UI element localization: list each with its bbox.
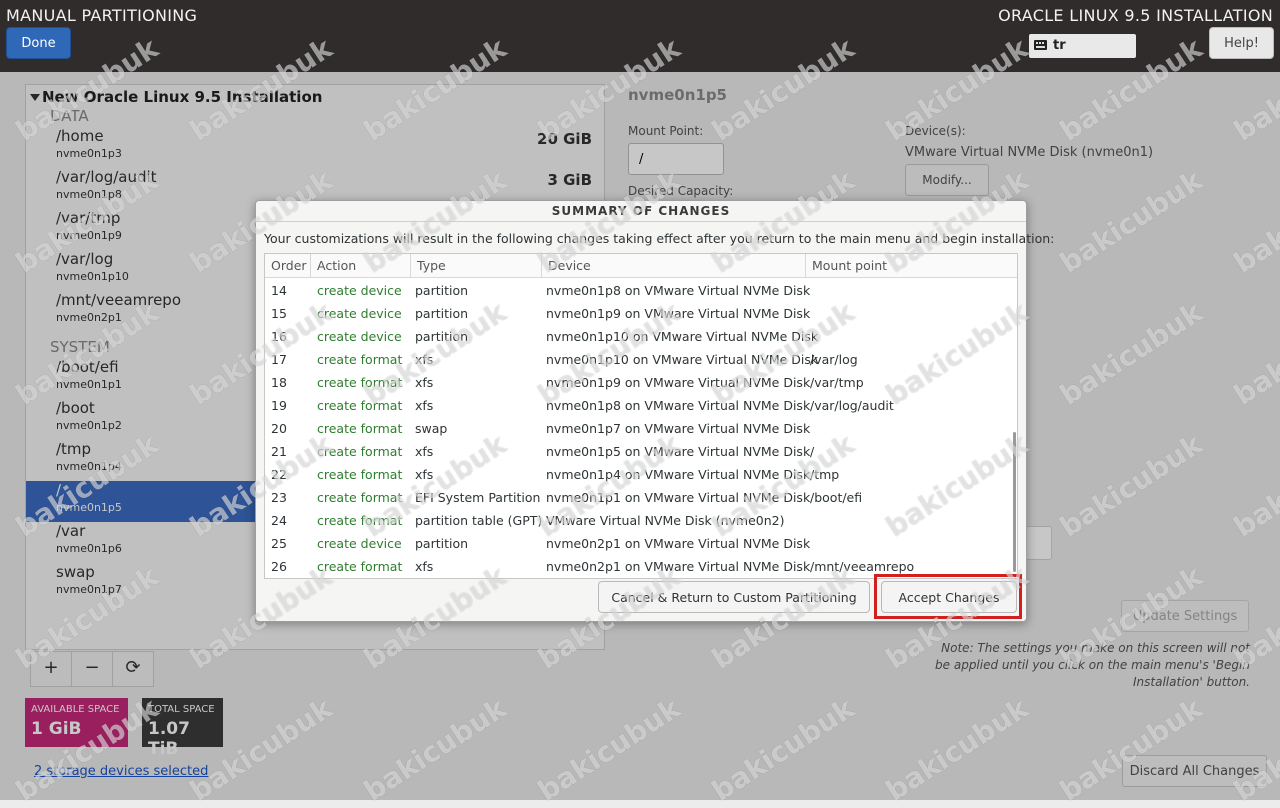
cell-device: nvme0n1p8 on VMware Virtual NVMe Disk bbox=[546, 283, 811, 298]
cell-type: partition bbox=[415, 536, 469, 551]
cell-action: create format bbox=[317, 490, 403, 505]
keyboard-icon bbox=[1034, 40, 1047, 50]
cell-order: 23 bbox=[271, 490, 287, 505]
cell-type: xfs bbox=[415, 398, 434, 413]
accept-button-highlight bbox=[874, 574, 1022, 619]
page-title: MANUAL PARTITIONING bbox=[6, 6, 198, 25]
cell-action: create format bbox=[317, 513, 403, 528]
help-button[interactable]: Help! bbox=[1209, 27, 1274, 59]
dialog-description: Your customizations will result in the f… bbox=[264, 231, 1055, 246]
cell-type: partition bbox=[415, 283, 469, 298]
table-row[interactable]: 15 create device partition nvme0n1p9 on VMw… bbox=[265, 302, 1017, 325]
summary-of-changes-dialog: SUMMARY OF CHANGES Your customizations w… bbox=[255, 200, 1054, 622]
cell-type: xfs bbox=[415, 375, 434, 390]
cell-order: 22 bbox=[271, 467, 287, 482]
cell-device: nvme0n1p9 on VMware Virtual NVMe Disk bbox=[546, 306, 811, 321]
cell-order: 25 bbox=[271, 536, 287, 551]
cell-mount: /var/tmp bbox=[810, 375, 864, 390]
keyboard-layout-indicator[interactable]: tr bbox=[1029, 34, 1136, 58]
cell-action: create device bbox=[317, 306, 402, 321]
cell-action: create format bbox=[317, 421, 403, 436]
cell-action: create format bbox=[317, 398, 403, 413]
cell-device: nvme0n1p10 on VMware Virtual NVMe Disk bbox=[546, 329, 819, 344]
top-bar: MANUAL PARTITIONING Done ORACLE LINUX 9.… bbox=[0, 0, 1280, 72]
cell-action: create format bbox=[317, 352, 403, 367]
keyboard-layout-code: tr bbox=[1053, 38, 1066, 53]
table-row[interactable]: 18 create format xfs nvme0n1p9 on VMware Vi… bbox=[265, 371, 1017, 394]
cell-action: create device bbox=[317, 536, 402, 551]
cell-mount: /tmp bbox=[810, 467, 840, 482]
cell-device: nvme0n1p9 on VMware Virtual NVMe Disk bbox=[546, 375, 811, 390]
cancel-return-button[interactable]: Cancel & Return to Custom Partitioning bbox=[598, 581, 870, 613]
table-row[interactable]: 25 create device partition nvme0n2p1 on VMw… bbox=[265, 532, 1017, 555]
cell-mount: /boot/efi bbox=[810, 490, 863, 505]
cell-mount: /var/log bbox=[810, 352, 858, 367]
cell-order: 16 bbox=[271, 329, 287, 344]
cell-device: nvme0n1p1 on VMware Virtual NVMe Disk bbox=[546, 490, 811, 505]
cell-device: nvme0n1p8 on VMware Virtual NVMe Disk bbox=[546, 398, 811, 413]
column-header-order[interactable]: Order bbox=[265, 254, 311, 278]
cell-device: VMware Virtual NVMe Disk (nvme0n2) bbox=[546, 513, 785, 528]
column-header-action[interactable]: Action bbox=[311, 254, 411, 278]
cell-order: 21 bbox=[271, 444, 287, 459]
table-row[interactable]: 19 create format xfs nvme0n1p8 on VMware Vi… bbox=[265, 394, 1017, 417]
cell-mount: /var/log/audit bbox=[810, 398, 894, 413]
table-row[interactable]: 24 create format partition table (GPT) VMwa… bbox=[265, 509, 1017, 532]
table-row[interactable]: 17 create format xfs nvme0n1p10 on VMware V… bbox=[265, 348, 1017, 371]
cell-device: nvme0n1p7 on VMware Virtual NVMe Disk bbox=[546, 421, 811, 436]
column-header-device[interactable]: Device bbox=[542, 254, 806, 278]
cell-type: partition table (GPT) bbox=[415, 513, 543, 528]
cell-order: 17 bbox=[271, 352, 287, 367]
cell-type: xfs bbox=[415, 444, 434, 459]
column-header-type[interactable]: Type bbox=[411, 254, 542, 278]
cell-action: create format bbox=[317, 467, 403, 482]
cell-type: swap bbox=[415, 421, 448, 436]
cell-action: create device bbox=[317, 283, 402, 298]
cell-action: create format bbox=[317, 444, 403, 459]
cell-action: create format bbox=[317, 375, 403, 390]
cell-action: create device bbox=[317, 329, 402, 344]
cell-type: xfs bbox=[415, 352, 434, 367]
changes-table[interactable]: Order Action Type Device Mount point 14 c… bbox=[264, 253, 1018, 579]
cell-order: 20 bbox=[271, 421, 287, 436]
cell-type: xfs bbox=[415, 559, 434, 574]
cell-order: 26 bbox=[271, 559, 287, 574]
table-row[interactable]: 20 create format swap nvme0n1p7 on VMware V… bbox=[265, 417, 1017, 440]
cell-order: 15 bbox=[271, 306, 287, 321]
cell-device: nvme0n1p5 on VMware Virtual NVMe Disk bbox=[546, 444, 811, 459]
dialog-title: SUMMARY OF CHANGES bbox=[551, 204, 731, 218]
cell-order: 24 bbox=[271, 513, 287, 528]
cell-action: create format bbox=[317, 559, 403, 574]
cell-type: partition bbox=[415, 306, 469, 321]
installation-title: ORACLE LINUX 9.5 INSTALLATION bbox=[998, 6, 1273, 25]
cell-device: nvme0n1p10 on VMware Virtual NVMe Disk bbox=[546, 352, 819, 367]
cell-type: xfs bbox=[415, 467, 434, 482]
cell-device: nvme0n2p1 on VMware Virtual NVMe Disk bbox=[546, 559, 811, 574]
dialog-divider bbox=[256, 221, 1026, 222]
cell-type: EFI System Partition bbox=[415, 490, 541, 505]
done-button[interactable]: Done bbox=[6, 27, 71, 59]
cell-type: partition bbox=[415, 329, 469, 344]
cell-device: nvme0n1p4 on VMware Virtual NVMe Disk bbox=[546, 467, 811, 482]
table-row[interactable]: 23 create format EFI System Partition nvme0… bbox=[265, 486, 1017, 509]
cell-order: 19 bbox=[271, 398, 287, 413]
table-row[interactable]: 22 create format xfs nvme0n1p4 on VMware Vi… bbox=[265, 463, 1017, 486]
column-header-mount-point[interactable]: Mount point bbox=[806, 254, 1017, 278]
cell-order: 18 bbox=[271, 375, 287, 390]
table-scrollbar[interactable] bbox=[1013, 432, 1016, 572]
table-row[interactable]: 14 create device partition nvme0n1p8 on VMw… bbox=[265, 279, 1017, 302]
table-row[interactable]: 16 create device partition nvme0n1p10 on VM… bbox=[265, 325, 1017, 348]
table-row[interactable]: 21 create format xfs nvme0n1p5 on VMware Vi… bbox=[265, 440, 1017, 463]
cell-mount: / bbox=[810, 444, 815, 459]
cell-order: 14 bbox=[271, 283, 287, 298]
cell-device: nvme0n2p1 on VMware Virtual NVMe Disk bbox=[546, 536, 811, 551]
